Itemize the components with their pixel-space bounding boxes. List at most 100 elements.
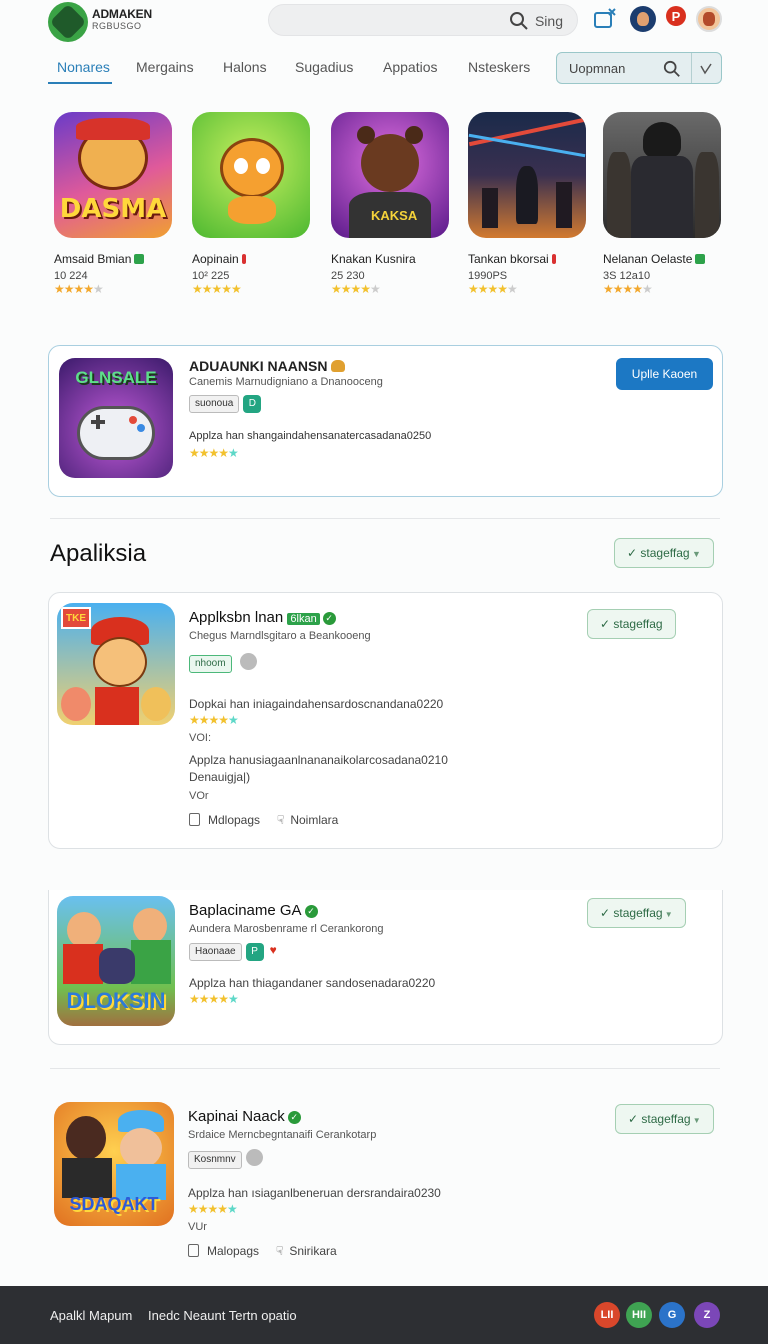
app-logo[interactable] (48, 2, 88, 42)
game-icon-workers[interactable]: SDAQAKT (54, 1102, 174, 1226)
category-chip[interactable]: nhoom (189, 655, 232, 673)
app-list-card[interactable]: TKE Applksbn lnan 6lkan ✓ Chegus Marndlsg… (48, 592, 723, 849)
icon-art-text: TKE (61, 607, 91, 629)
card-action-button[interactable]: ✓ stageffag ▼ (615, 1104, 714, 1134)
game-icon-dasma[interactable]: DASMA (54, 112, 172, 238)
social-icon[interactable]: LII (594, 1302, 620, 1328)
page-icon (188, 1244, 199, 1257)
top-app-card[interactable]: Aopinain 10² 225 ★★★★★ (192, 112, 316, 296)
star-rating: ★★★★★ (192, 282, 242, 296)
dropdown-label: stageffag (640, 546, 690, 560)
share-action[interactable]: ☟ Noimlara (277, 813, 338, 827)
game-icon-cartoon[interactable]: TKE (57, 603, 175, 725)
top-app-name: Aopinain (192, 252, 316, 266)
app-name-text: Aopinain (192, 252, 239, 266)
section-dropdown[interactable]: ✓ stageffag ▼ (614, 538, 714, 568)
tab-halons[interactable]: Halons (223, 59, 267, 75)
checkmark-icon: ✓ (627, 546, 641, 560)
search-icon[interactable] (663, 60, 681, 78)
category-chip[interactable]: suonoua (189, 395, 240, 413)
profile-avatar[interactable] (696, 6, 722, 32)
featured-app-card[interactable]: GLNSALE ADUAUNKI NAANSN Canemis Marnudig… (48, 345, 723, 497)
top-header: ADMAKEN RGBUSGO Sing P (0, 0, 768, 44)
tab-sugadius[interactable]: Sugadius (295, 59, 353, 75)
filter-dropdown[interactable]: Uopmnan (556, 52, 722, 84)
app-tag: 6lkan (287, 613, 320, 625)
chevron-down-icon[interactable] (699, 62, 713, 76)
search-bar[interactable]: Sing (268, 4, 578, 36)
info-icon[interactable] (239, 653, 257, 670)
icon-art-text: DASMA (59, 194, 167, 224)
verified-icon: ✓ (304, 905, 318, 918)
app-title: Kapinai Naack ✓ (188, 1108, 301, 1125)
category-chip[interactable]: Kosnmnv (188, 1151, 242, 1169)
top-app-card[interactable]: Tankan bkorsai 1990PS ★★★★★ (468, 112, 592, 296)
filter-value: Uopmnan (569, 61, 626, 76)
info-icon[interactable] (245, 1149, 263, 1166)
user-avatar[interactable] (630, 6, 656, 32)
tab-nonares[interactable]: Nonares (57, 59, 110, 75)
app-name-text: Amsaid Bmian (54, 252, 132, 266)
top-app-card[interactable]: KAKSA Knakan Kusnira 25 230 ★★★★★ (331, 112, 455, 296)
pages-action[interactable]: Malopags (188, 1244, 259, 1258)
app-list-card[interactable]: SDAQAKT Kapinai Naack ✓ Srdaice Merncbegn… (48, 1098, 723, 1268)
page-icon (189, 813, 200, 826)
footer-link[interactable]: Apalkl Mapum (50, 1308, 132, 1323)
game-icon-monkey[interactable] (192, 112, 310, 238)
app-description-2: Applza hanusiagaanlnananaikolarcosadana0… (189, 753, 448, 767)
app-title-text: Kapinai Naack (188, 1108, 285, 1125)
app-description-3: Denauigja|) (189, 770, 251, 784)
tab-nsteskers[interactable]: Nsteskers (468, 59, 530, 75)
brand-title: ADMAKEN (92, 7, 152, 21)
star-rating: ★★★★★ (188, 1202, 238, 1216)
install-button[interactable]: Uplle Kaoen (616, 358, 713, 390)
category-chip[interactable]: Haonaae (189, 943, 242, 961)
app-subtitle: Chegus Marndlsgitaro a Beankooeng (189, 630, 371, 642)
footer-link[interactable]: Inedc Neaunt Tertn opatio (148, 1308, 297, 1323)
app-subtitle: Srdaice Merncbegntanaifi Cerankotarp (188, 1129, 377, 1141)
game-icon-battle[interactable] (468, 112, 586, 238)
top-app-count: 1990PS (468, 270, 508, 282)
action-label: Noimlara (290, 813, 339, 827)
pages-action[interactable]: Mdlopags (189, 813, 260, 827)
game-icon-bear[interactable]: KAKSA (331, 112, 449, 238)
game-icon-heroes[interactable]: DLOKSIN (57, 896, 175, 1026)
app-list-card[interactable]: DLOKSIN Baplaciname GA ✓ Aundera Marosben… (48, 890, 723, 1045)
game-icon-warrior[interactable] (603, 112, 721, 238)
star-rating: ★★★★★ (603, 282, 653, 296)
star-rating: ★★★★★ (189, 713, 239, 727)
card-action-button[interactable]: ✓ stageffag ▼ (587, 898, 686, 928)
share-action[interactable]: ☟ Snirikara (276, 1244, 337, 1258)
app-badge-icon[interactable]: P (666, 6, 686, 26)
top-app-count: 25 230 (331, 270, 365, 282)
top-app-name: Knakan Kusnira (331, 252, 416, 266)
featured-description: Applza han shangaindahensanatercasadana0… (189, 430, 432, 442)
chevron-down-icon: ▼ (662, 910, 673, 919)
top-app-name: Nelanan Oelaste (603, 252, 727, 266)
tab-mergains[interactable]: Mergains (136, 59, 194, 75)
app-name-text: Tankan bkorsai (468, 252, 549, 266)
search-label: Sing (534, 13, 563, 29)
game-icon-controller[interactable]: GLNSALE (59, 358, 173, 478)
social-icon[interactable]: HII (626, 1302, 652, 1328)
notification-icon[interactable] (592, 6, 618, 32)
badge-icon (695, 254, 706, 264)
badge-icon (551, 254, 556, 264)
category-tabs: Nonares Mergains Halons Sugadius Appatio… (0, 50, 768, 86)
chevron-down-icon: ▼ (689, 549, 701, 559)
star-rating: ★★★★★ (468, 282, 518, 296)
app-subtitle: Aundera Marosbenrame rl Cerankorong (189, 923, 384, 935)
featured-title-text: ADUAUNKI NAANSN (189, 358, 328, 374)
top-app-card[interactable]: Nelanan Oelaste 3S 12a10 ★★★★★ (603, 112, 727, 296)
tab-appatios[interactable]: Appatios (383, 59, 437, 75)
card-action-button[interactable]: ✓ stageffag (587, 609, 676, 639)
social-icon[interactable]: G (659, 1302, 685, 1328)
hand-icon: ☟ (277, 813, 285, 827)
search-icon[interactable] (509, 11, 529, 31)
top-app-card[interactable]: DASMA Amsaid Bmian 10 224 ★★★★★ (54, 112, 178, 296)
icon-art-text: KAKSA (371, 208, 418, 223)
checkmark-icon: ✓ (600, 617, 614, 631)
social-icon[interactable]: Z (694, 1302, 720, 1328)
app-title-text: Baplaciname GA (189, 902, 302, 919)
top-app-name: Tankan bkorsai (468, 252, 592, 266)
